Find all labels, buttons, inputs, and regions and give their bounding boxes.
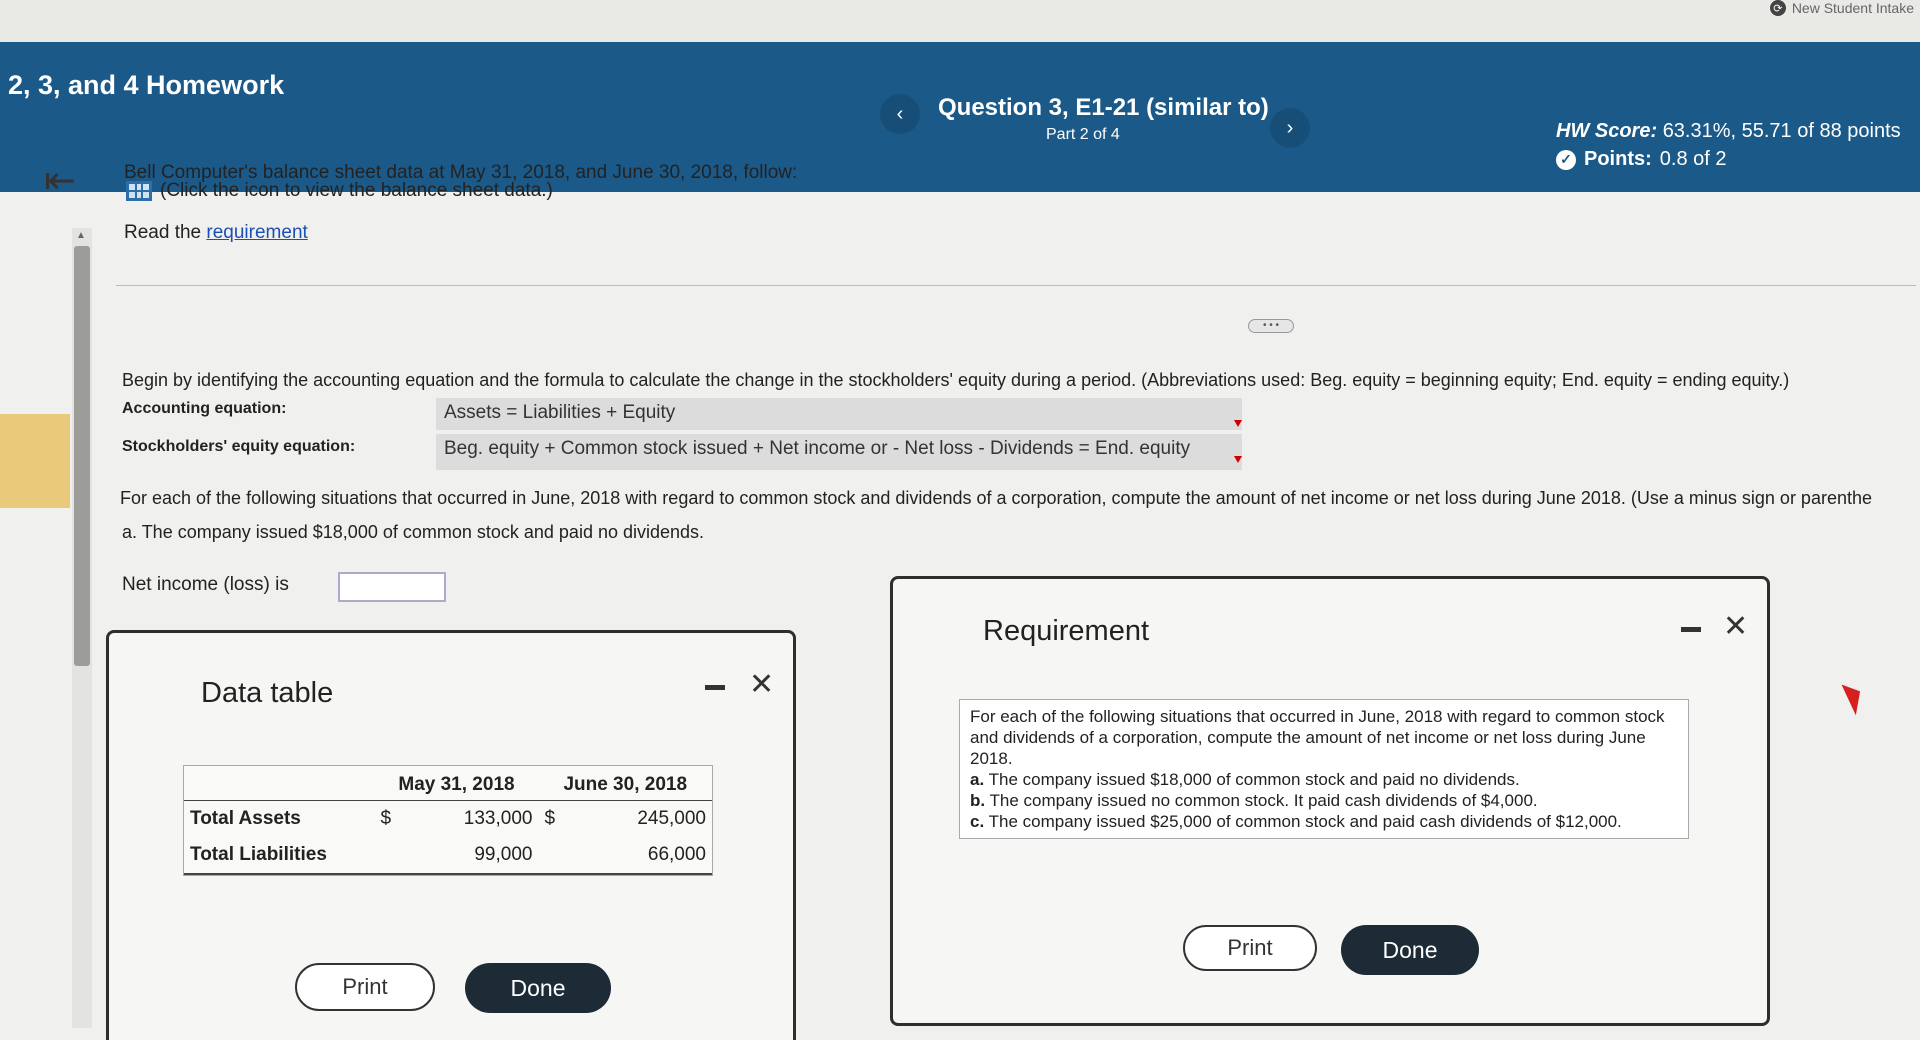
question-part: Part 2 of 4 <box>1046 126 1120 143</box>
item-letter: b. <box>970 791 986 810</box>
currency-symbol <box>374 837 411 875</box>
points-status-icon: ✓ <box>1556 149 1576 170</box>
item-text: The company issued no common stock. It p… <box>989 791 1538 810</box>
requirement-intro: For each of the following situations tha… <box>970 707 1665 768</box>
part-a-text: a. The company issued $18,000 of common … <box>122 522 705 542</box>
read-requirement: Read the requirement <box>124 222 308 244</box>
instruction-text: Begin by identifying the accounting equa… <box>122 370 1790 390</box>
balance-sheet-link[interactable]: (Click the icon to view the balance shee… <box>126 180 553 202</box>
points-value: 0.8 of 2 <box>1659 148 1727 170</box>
row-label: Total Assets <box>190 808 301 829</box>
item-text: The company issued $18,000 of common sto… <box>988 770 1520 789</box>
browser-top-strip: ⟳ New Student Intake <box>0 0 1920 42</box>
june-value: 66,000 <box>576 837 712 875</box>
hw-score-value: 63.31%, 55.71 of 88 points <box>1662 120 1901 142</box>
collapse-panel-icon[interactable]: ⇤ <box>44 158 76 203</box>
new-student-intake[interactable]: ⟳ New Student Intake <box>1769 0 1914 16</box>
expand-more-button[interactable]: • • • <box>1248 319 1294 333</box>
requirement-content: For each of the following situations tha… <box>959 699 1689 839</box>
scrollbar-thumb[interactable] <box>74 246 90 666</box>
requirement-dialog: Requirement ✕ For each of the following … <box>890 576 1770 1026</box>
col-header-june: June 30, 2018 <box>538 766 712 801</box>
hw-score-label: HW Score: <box>1556 120 1658 142</box>
assignment-title: 2, 3, and 4 Homework <box>8 70 285 100</box>
list-item: b. The company issued no common stock. I… <box>970 790 1678 811</box>
may-value: 133,000 <box>463 808 533 829</box>
col-header <box>184 766 375 801</box>
accounting-eq-dropdown-icon <box>1234 420 1242 427</box>
requirement-title: Requirement <box>983 615 1150 647</box>
currency-symbol <box>538 837 577 875</box>
next-question-button[interactable]: › <box>1270 108 1310 148</box>
read-the-label: Read the <box>124 222 202 243</box>
item-letter: a. <box>970 770 985 789</box>
list-item: a. The company issued $18,000 of common … <box>970 769 1678 790</box>
question-title: Question 3, E1-21 (similar to) <box>938 94 1269 121</box>
points: ✓ Points: 0.8 of 2 <box>1556 148 1727 171</box>
balance-sheet-table: May 31, 2018 June 30, 2018 Total Assets … <box>183 765 713 876</box>
data-table-title: Data table <box>201 677 334 709</box>
requirement-print-button[interactable]: Print <box>1183 925 1317 971</box>
situations-text: For each of the following situations tha… <box>120 488 1872 508</box>
divider <box>116 285 1916 286</box>
net-income-input[interactable] <box>338 572 446 602</box>
accounting-eq-dropdown[interactable]: Assets = Liabilities + Equity <box>436 398 1242 430</box>
hw-score: HW Score: 63.31%, 55.71 of 88 points <box>1556 120 1901 143</box>
points-label: Points: <box>1584 148 1652 170</box>
minimize-icon[interactable] <box>1681 627 1701 632</box>
col-header-may: May 31, 2018 <box>374 766 539 801</box>
requirement-list: a. The company issued $18,000 of common … <box>970 769 1678 832</box>
intake-icon: ⟳ <box>1769 0 1786 16</box>
currency-symbol: $ <box>544 808 556 829</box>
se-eq-dropdown-icon <box>1234 456 1242 463</box>
table-row: Total Liabilities 99,000 66,000 <box>184 837 712 875</box>
close-icon[interactable]: ✕ <box>1723 609 1748 644</box>
close-icon[interactable]: ✕ <box>749 667 774 702</box>
scroll-up-icon[interactable]: ▲ <box>76 230 86 241</box>
accounting-eq-label: Accounting equation: <box>122 400 287 417</box>
list-item: c. The company issued $25,000 of common … <box>970 811 1678 832</box>
minimize-icon[interactable] <box>705 685 725 690</box>
answer-label: Net income (loss) is <box>122 574 289 595</box>
june-value: 245,000 <box>637 808 706 829</box>
row-label: Total Liabilities <box>184 837 375 875</box>
previous-question-button[interactable]: ‹ <box>880 94 920 134</box>
requirement-link[interactable]: requirement <box>206 222 307 243</box>
item-letter: c. <box>970 812 985 831</box>
side-highlight <box>0 414 70 508</box>
currency-symbol: $ <box>380 808 392 829</box>
requirement-done-button[interactable]: Done <box>1341 925 1479 975</box>
data-table-done-button[interactable]: Done <box>465 963 611 1013</box>
se-eq-dropdown[interactable]: Beg. equity + Common stock issued + Net … <box>436 434 1242 470</box>
may-value: 99,000 <box>410 837 539 875</box>
data-table-dialog: Data table ✕ May 31, 2018 June 30, 2018 … <box>106 630 796 1040</box>
mouse-cursor-icon <box>1841 678 1869 716</box>
table-row: Total Assets $ 133,000 $ 245,000 <box>184 801 712 838</box>
intake-label: New Student Intake <box>1791 0 1914 16</box>
data-table-print-button[interactable]: Print <box>295 963 435 1011</box>
table-icon[interactable] <box>126 180 152 201</box>
icon-hint: (Click the icon to view the balance shee… <box>160 180 553 201</box>
se-eq-label: Stockholders' equity equation: <box>122 438 356 455</box>
item-text: The company issued $25,000 of common sto… <box>988 812 1622 831</box>
